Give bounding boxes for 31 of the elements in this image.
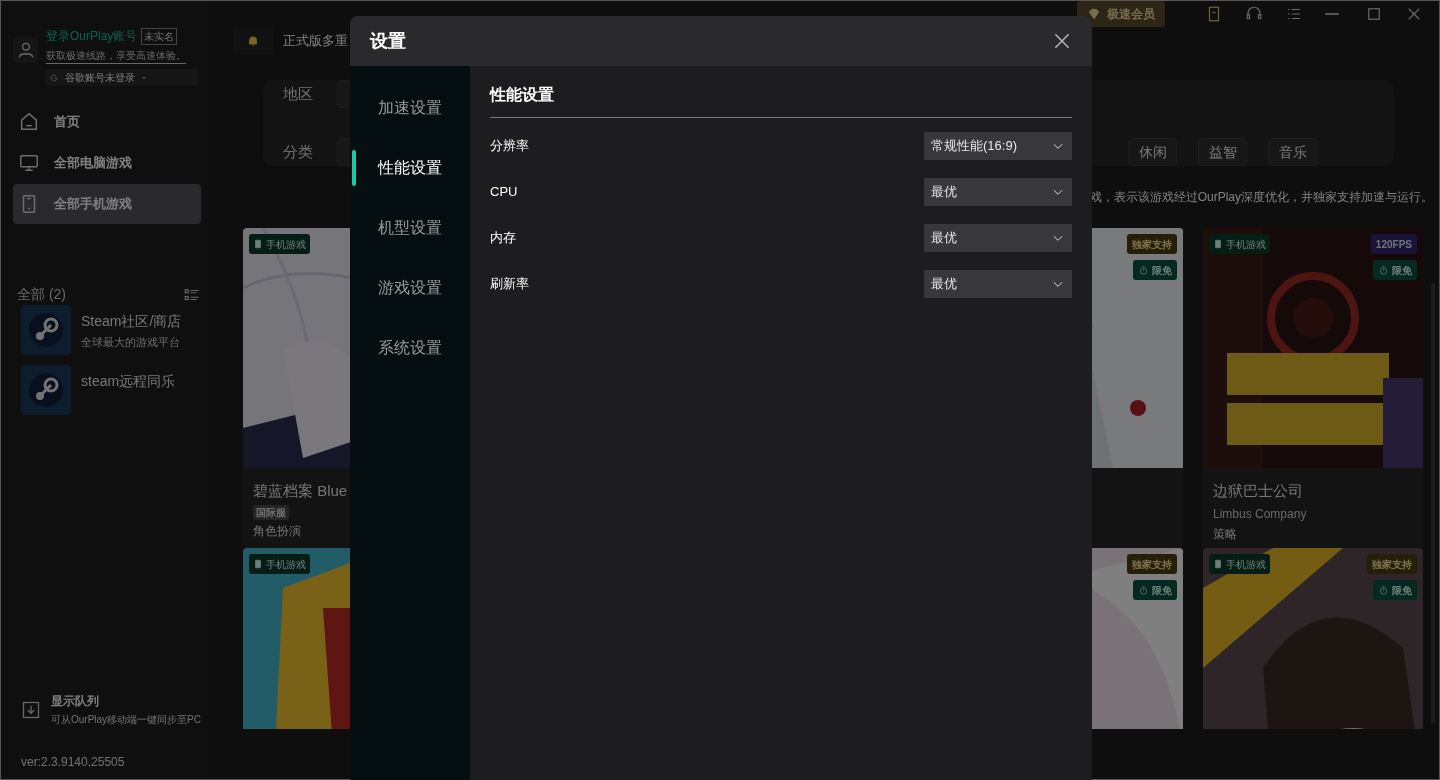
game-genre: 策略 — [1213, 525, 1238, 543]
free-badge: 限免 — [1373, 260, 1417, 280]
section-title: 性能设置 — [490, 86, 554, 103]
exclusive-badge: 独家支持 — [1127, 234, 1177, 254]
platform-tag: 手机游戏 — [1209, 554, 1270, 574]
platform-tag: 手机游戏 — [249, 554, 310, 574]
setting-label: 分辨率 — [490, 137, 529, 156]
game-title: 边狱巴士公司 — [1213, 481, 1304, 501]
filter-label: 地区 — [283, 83, 314, 104]
region-tag: 国际服 — [253, 504, 289, 520]
filter-label: 分类 — [283, 141, 314, 162]
library-title: 全部 (2) — [17, 285, 66, 304]
exclusive-badge: 独家支持 — [1127, 554, 1177, 574]
free-badge: 限免 — [1133, 260, 1177, 280]
game-genre: 角色扮演 — [253, 522, 302, 540]
setting-label: CPU — [490, 183, 518, 202]
setting-label: 内存 — [490, 229, 516, 248]
verification-badge: 未实名 — [141, 27, 178, 45]
free-badge: 限免 — [1373, 580, 1417, 600]
setting-label: 刷新率 — [490, 275, 529, 294]
version-text: ver:2.3.9140.25505 — [20, 754, 126, 771]
platform-tag: 手机游戏 — [1209, 234, 1270, 254]
fps-badge: 120FPS — [1370, 234, 1417, 254]
app-description: 全球最大的游戏平台 — [81, 335, 181, 350]
exclusive-badge: 独家支持 — [1367, 554, 1417, 574]
dialog-title: 设置 — [370, 29, 406, 53]
account-subtitle: 获取极速线路，享受高速体验。 — [46, 48, 186, 64]
game-subtitle: Limbus Company — [1213, 505, 1308, 523]
platform-tag: 手机游戏 — [249, 234, 310, 254]
free-badge: 限免 — [1133, 580, 1177, 600]
game-title: 碧蓝档案 Blue — [253, 481, 349, 501]
